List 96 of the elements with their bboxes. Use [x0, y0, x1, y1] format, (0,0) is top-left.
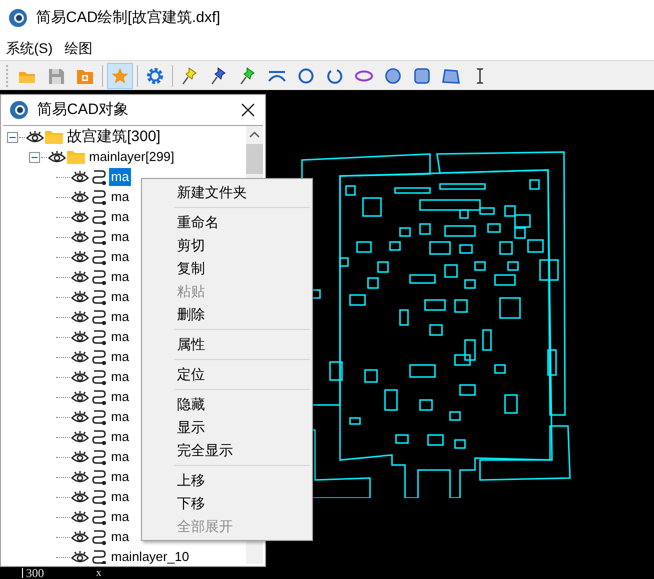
polyline-icon — [92, 209, 106, 225]
polyline-icon — [92, 349, 106, 365]
eye-icon[interactable] — [71, 350, 89, 364]
tree-item[interactable]: mainlayer[299] — [87, 148, 176, 166]
axis-line — [22, 568, 23, 578]
menu-item[interactable]: 定位 — [142, 363, 312, 386]
tree-item[interactable]: ma — [109, 348, 132, 366]
polyline-icon — [92, 229, 106, 245]
menu-item[interactable]: 重命名 — [142, 211, 312, 234]
circle-icon — [296, 66, 316, 86]
polyline-icon — [92, 549, 106, 564]
eye-icon[interactable] — [71, 550, 89, 564]
eye-icon[interactable] — [71, 490, 89, 504]
polyline-icon — [92, 509, 106, 525]
rounded-square-icon — [412, 66, 432, 86]
eye-icon[interactable] — [71, 250, 89, 264]
menu-item[interactable]: 绘图 — [58, 38, 99, 58]
polyline-icon — [92, 309, 106, 325]
eye-icon[interactable] — [71, 310, 89, 324]
polyline-icon — [92, 369, 106, 385]
eye-icon[interactable] — [71, 290, 89, 304]
eye-icon[interactable] — [71, 410, 89, 424]
eye-icon[interactable] — [71, 530, 89, 544]
eye-icon[interactable] — [71, 230, 89, 244]
tree-item[interactable]: ma — [109, 308, 132, 326]
tree-item[interactable]: ma — [109, 428, 132, 446]
tree-item[interactable]: ma — [109, 228, 132, 246]
tree-item[interactable]: ma — [109, 188, 132, 206]
polyline-icon — [92, 269, 106, 285]
polyline-icon — [92, 529, 106, 545]
menu-item[interactable]: 上移 — [142, 469, 312, 492]
polyline-icon — [92, 389, 106, 405]
eye-icon[interactable] — [71, 330, 89, 344]
menu-item[interactable]: 删除 — [142, 303, 312, 326]
menu-item[interactable]: 新建文件夹 — [142, 181, 312, 204]
eye-icon[interactable] — [71, 190, 89, 204]
eye-icon[interactable] — [71, 370, 89, 384]
folder-icon — [44, 129, 64, 145]
panel-title: 简易CAD对象 — [37, 100, 130, 120]
tree-item[interactable]: ma — [109, 328, 132, 346]
collapse-icon[interactable] — [29, 152, 40, 162]
polyline-icon — [92, 449, 106, 465]
polyline-icon — [92, 329, 106, 345]
polyline-icon — [92, 489, 106, 505]
eye-icon[interactable] — [71, 390, 89, 404]
polyline-icon — [92, 409, 106, 425]
tree-item[interactable]: ma — [109, 508, 132, 526]
menu-item[interactable]: 剪切 — [142, 234, 312, 257]
collapse-icon[interactable] — [7, 132, 18, 142]
eye-icon[interactable] — [26, 130, 44, 144]
polyline-icon — [92, 249, 106, 265]
tree-item[interactable]: ma — [109, 248, 132, 266]
tree-item[interactable]: ma — [109, 168, 132, 186]
tree-item[interactable]: ma — [109, 408, 132, 426]
eye-icon[interactable] — [71, 270, 89, 284]
tree-item[interactable]: ma — [109, 288, 132, 306]
polyline-icon — [92, 429, 106, 445]
tree-item[interactable]: mainlayer_10 — [109, 548, 192, 564]
polyline-icon — [92, 469, 106, 485]
eye-icon[interactable] — [71, 450, 89, 464]
eye-icon[interactable] — [71, 470, 89, 484]
tree-item[interactable]: ma — [109, 388, 132, 406]
tree-item[interactable]: ma — [109, 488, 132, 506]
menu-item[interactable]: 完全显示 — [142, 439, 312, 462]
eye-icon[interactable] — [71, 170, 89, 184]
eye-icon[interactable] — [71, 430, 89, 444]
close-icon[interactable] — [241, 103, 255, 117]
app-logo-icon — [8, 8, 28, 28]
app-logo-icon — [9, 100, 29, 120]
polyline-icon — [92, 289, 106, 305]
settings-icon — [145, 66, 165, 86]
polyline-icon — [92, 169, 106, 185]
folder-icon — [66, 149, 86, 165]
menu-item[interactable]: 系统(S) — [0, 38, 59, 58]
polyline-icon — [92, 189, 106, 205]
menu-item[interactable]: 下移 — [142, 492, 312, 515]
tree-item[interactable]: ma — [109, 368, 132, 386]
eye-icon[interactable] — [71, 510, 89, 524]
tree-item[interactable]: ma — [109, 448, 132, 466]
axis-value: 300 — [26, 568, 44, 578]
tree-item[interactable]: ma — [109, 528, 132, 546]
tree-item[interactable]: ma — [109, 268, 132, 286]
menu-item[interactable]: 属性 — [142, 333, 312, 356]
star-icon — [110, 66, 130, 86]
tree-item[interactable]: ma — [109, 208, 132, 226]
filled-circle-icon — [383, 66, 403, 86]
tree-item[interactable]: 故宫建筑[300] — [65, 128, 162, 146]
eye-icon[interactable] — [71, 210, 89, 224]
scroll-thumb[interactable] — [246, 144, 263, 174]
menu-item[interactable]: 隐藏 — [142, 393, 312, 416]
menu-item[interactable]: 复制 — [142, 257, 312, 280]
eye-icon[interactable] — [48, 150, 66, 164]
window-title: 简易CAD绘制[故宫建筑.dxf] — [36, 8, 220, 28]
axis-label: x — [96, 568, 102, 578]
tree-item[interactable]: ma — [109, 468, 132, 486]
menu-item[interactable]: 显示 — [142, 416, 312, 439]
